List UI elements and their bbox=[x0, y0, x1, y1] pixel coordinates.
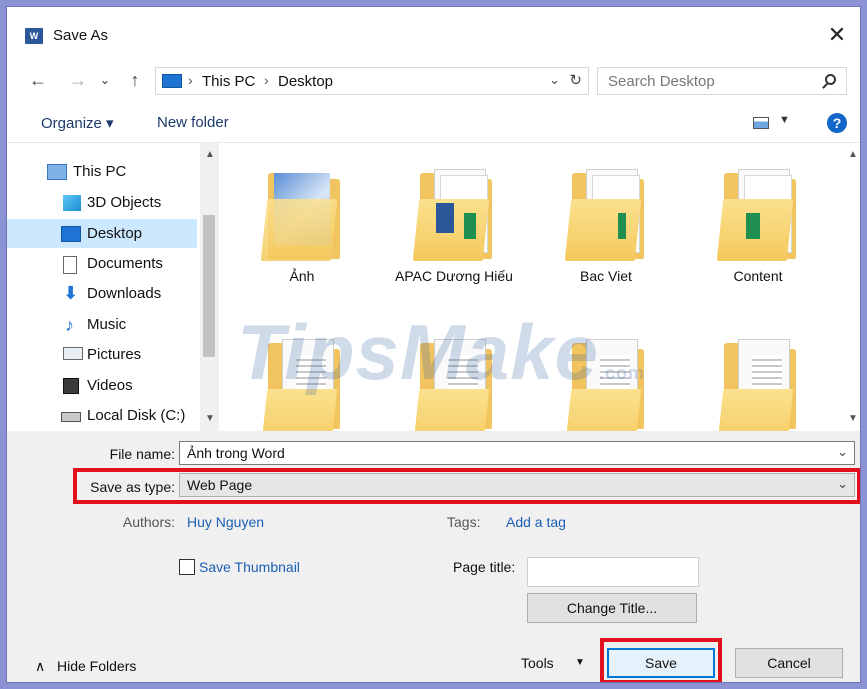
folder-name: Bac Viet bbox=[580, 268, 632, 284]
save-as-dialog: W Save As ✕ ← → ⌄ ↑ › This PC › Desktop … bbox=[6, 6, 861, 683]
sidebar-item-label: Downloads bbox=[87, 285, 162, 302]
file-name-label: File name: bbox=[109, 446, 175, 462]
recent-locations-icon[interactable]: ⌄ bbox=[97, 69, 113, 91]
save-button-highlight bbox=[600, 638, 722, 682]
chevron-down-icon[interactable]: ⌄ bbox=[837, 444, 848, 460]
music-icon: ♪ bbox=[65, 315, 74, 335]
breadcrumb-desktop[interactable]: Desktop bbox=[278, 73, 333, 90]
video-icon bbox=[63, 378, 79, 394]
search-placeholder: Search Desktop bbox=[608, 73, 715, 90]
folder-name: APAC Dương Hiếu bbox=[395, 268, 513, 284]
authors-value[interactable]: Huy Nguyen bbox=[187, 514, 264, 530]
word-app-icon: W bbox=[25, 28, 43, 44]
new-folder-button[interactable]: New folder bbox=[157, 114, 229, 131]
view-options-icon[interactable] bbox=[753, 117, 769, 129]
sidebar-item-videos[interactable]: Videos bbox=[7, 371, 197, 400]
sidebar-item-label: 3D Objects bbox=[87, 194, 162, 211]
file-name-value: Ảnh trong Word bbox=[187, 445, 285, 461]
scroll-up-icon[interactable]: ▲ bbox=[848, 149, 858, 160]
search-icon[interactable] bbox=[825, 74, 836, 85]
search-input[interactable]: Search Desktop bbox=[597, 67, 847, 95]
sidebar-item-music[interactable]: ♪ Music bbox=[7, 310, 197, 339]
navigation-pane: This PC 3D Objects Desktop Documents ⬇ D… bbox=[7, 143, 219, 431]
chevron-down-icon[interactable]: ⌄ bbox=[549, 72, 560, 88]
breadcrumb-separator: › bbox=[188, 72, 193, 88]
pc-icon bbox=[47, 164, 67, 180]
hide-folders-button[interactable]: Hide Folders bbox=[57, 658, 136, 674]
folder-item[interactable]: Content bbox=[693, 169, 823, 285]
authors-label: Authors: bbox=[122, 514, 175, 530]
folder-item[interactable]: APAC Dương Hiếu bbox=[389, 169, 519, 285]
folder-icon bbox=[412, 169, 494, 261]
folder-name: Content bbox=[733, 268, 783, 284]
refresh-icon[interactable]: ↻ bbox=[569, 71, 582, 89]
navigation-bar: ← → ⌄ ↑ › This PC › Desktop ⌄ ↻ Search D… bbox=[7, 59, 860, 103]
file-list-scrollbar[interactable]: ▲ ▼ bbox=[843, 143, 860, 431]
desktop-icon bbox=[61, 226, 81, 242]
breadcrumb-separator: › bbox=[264, 72, 269, 88]
cube-icon bbox=[63, 195, 81, 211]
save-type-highlight bbox=[73, 468, 860, 504]
tools-dropdown-icon[interactable]: ▼ bbox=[575, 657, 585, 668]
change-title-button[interactable]: Change Title... bbox=[527, 593, 697, 623]
folder-icon bbox=[260, 169, 342, 261]
watermark-text: TipsMake bbox=[237, 308, 600, 396]
sidebar-item-downloads[interactable]: ⬇ Downloads bbox=[7, 279, 197, 308]
document-icon bbox=[63, 256, 77, 274]
pc-icon bbox=[162, 74, 182, 88]
disk-icon bbox=[61, 412, 81, 422]
sidebar-item-label: Videos bbox=[87, 377, 133, 394]
folder-item[interactable]: Ảnh bbox=[237, 169, 367, 285]
hide-folders-chevron-icon[interactable]: ∧ bbox=[35, 658, 45, 675]
close-icon[interactable]: ✕ bbox=[822, 21, 852, 49]
scroll-down-icon[interactable]: ▼ bbox=[848, 413, 858, 424]
sidebar-item-label: Pictures bbox=[87, 346, 142, 363]
page-title-label: Page title: bbox=[453, 559, 516, 575]
sidebar-item-label: Local Disk (C:) bbox=[87, 407, 186, 424]
back-arrow-icon[interactable]: ← bbox=[25, 69, 51, 91]
save-thumbnail-label[interactable]: Save Thumbnail bbox=[199, 559, 300, 575]
tools-button[interactable]: Tools bbox=[521, 655, 554, 671]
command-toolbar: Organize ▾ New folder ▼ ? bbox=[7, 103, 860, 143]
sidebar-item-label: Desktop bbox=[87, 225, 143, 242]
page-title-input[interactable] bbox=[527, 557, 699, 587]
scroll-down-icon[interactable]: ▼ bbox=[205, 413, 215, 424]
forward-arrow-icon[interactable]: → bbox=[65, 69, 91, 91]
folder-item[interactable]: Bac Viet bbox=[541, 169, 671, 285]
folder-item[interactable] bbox=[693, 339, 823, 431]
sidebar-item-this-pc[interactable]: This PC bbox=[7, 157, 197, 186]
tags-label: Tags: bbox=[447, 514, 481, 530]
pictures-icon bbox=[63, 347, 83, 360]
sidebar-item-documents[interactable]: Documents bbox=[7, 249, 197, 278]
sidebar-item-label: This PC bbox=[73, 163, 127, 180]
help-icon[interactable]: ? bbox=[827, 113, 847, 133]
sidebar-item-3d-objects[interactable]: 3D Objects bbox=[7, 188, 197, 217]
file-name-input[interactable]: Ảnh trong Word ⌄ bbox=[179, 441, 855, 465]
cancel-button[interactable]: Cancel bbox=[735, 648, 843, 678]
sidebar-item-desktop[interactable]: Desktop bbox=[7, 219, 197, 248]
watermark-suffix: .com bbox=[599, 363, 646, 383]
breadcrumb-this-pc[interactable]: This PC bbox=[202, 73, 255, 90]
add-tag-link[interactable]: Add a tag bbox=[506, 514, 566, 530]
folder-name: Ảnh bbox=[289, 268, 315, 284]
folder-icon bbox=[564, 169, 646, 261]
title-bar: W Save As ✕ bbox=[7, 7, 860, 59]
sidebar-item-local-disk[interactable]: Local Disk (C:) bbox=[7, 401, 197, 430]
watermark-logo: TipsMake.com bbox=[237, 307, 645, 398]
folder-icon bbox=[716, 339, 798, 431]
up-arrow-icon[interactable]: ↑ bbox=[123, 69, 147, 91]
sidebar-item-label: Music bbox=[87, 316, 127, 333]
scroll-up-icon[interactable]: ▲ bbox=[205, 149, 215, 160]
sidebar-item-label: Documents bbox=[87, 255, 163, 272]
sidebar-scrollbar[interactable]: ▲ ▼ bbox=[200, 143, 219, 431]
save-thumbnail-checkbox[interactable] bbox=[179, 559, 195, 575]
organize-button[interactable]: Organize ▾ bbox=[41, 114, 114, 132]
download-icon: ⬇ bbox=[63, 283, 79, 303]
folder-icon bbox=[716, 169, 798, 261]
view-dropdown-icon[interactable]: ▼ bbox=[779, 114, 790, 126]
dialog-title: Save As bbox=[53, 27, 109, 44]
scrollbar-thumb[interactable] bbox=[203, 215, 215, 357]
sidebar-item-pictures[interactable]: Pictures bbox=[7, 340, 197, 369]
address-bar[interactable]: › This PC › Desktop ⌄ ↻ bbox=[155, 67, 589, 95]
